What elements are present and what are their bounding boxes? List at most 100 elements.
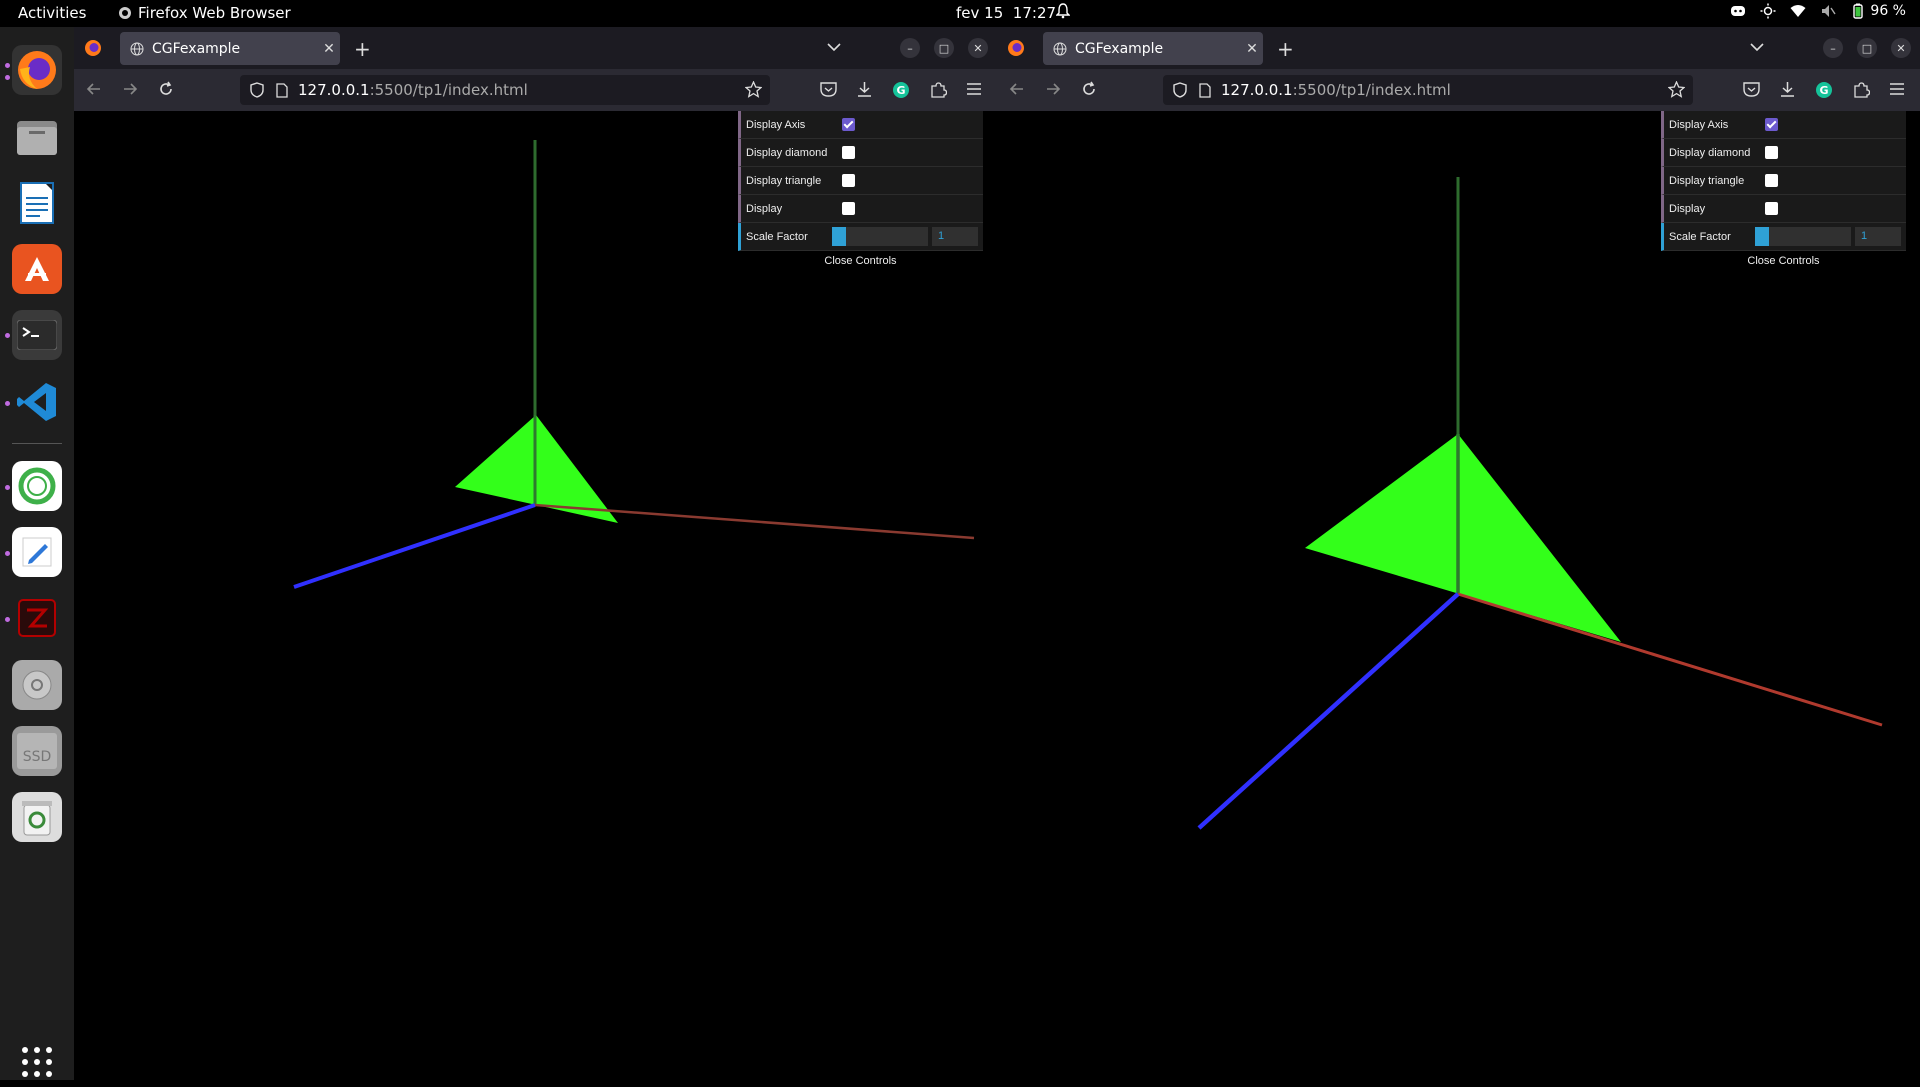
back-icon[interactable] [86, 81, 102, 97]
time: 17:27 [1012, 4, 1057, 22]
gui-label: Display triangle [746, 174, 822, 187]
gui-row-display-axis[interactable]: Display Axis [1661, 111, 1906, 139]
battery[interactable]: 96 % [1850, 3, 1906, 19]
scale-factor-slider[interactable] [832, 227, 928, 246]
scale-factor-input[interactable]: 1 [932, 227, 978, 246]
gui-row-scale-factor[interactable]: Scale Factor 1 [738, 223, 983, 251]
dock-trash-icon[interactable] [12, 792, 62, 842]
dock-app-center-icon[interactable] [12, 244, 62, 294]
clock[interactable]: fev 15 17:27 [956, 4, 1056, 22]
slider-fill [832, 227, 847, 246]
tab-close-icon[interactable]: ✕ [318, 41, 340, 57]
svg-text:G: G [1819, 84, 1828, 97]
extensions-puzzle-icon[interactable] [1853, 81, 1870, 98]
bookmark-star-icon[interactable] [745, 81, 762, 98]
system-tray[interactable]: 96 % [1730, 3, 1906, 19]
z-axis [293, 503, 536, 589]
url-bar[interactable]: 127.0.0.1:5500/tp1/index.html [1163, 75, 1693, 105]
tab-bar: CGFexample ✕ + – □ ✕ [997, 27, 1920, 69]
close-controls-button[interactable]: Close Controls [1661, 251, 1906, 271]
webgl-canvas[interactable]: Display Axis Display diamond Display tri… [74, 111, 997, 1080]
back-icon[interactable] [1009, 81, 1025, 97]
downloads-icon[interactable] [1779, 81, 1796, 98]
app-menu[interactable]: Firefox Web Browser [118, 4, 291, 22]
gui-row-scale-factor[interactable]: Scale Factor 1 [1661, 223, 1906, 251]
dock-vscode-icon[interactable] [12, 377, 62, 427]
activities-button[interactable]: Activities [18, 4, 86, 22]
downloads-icon[interactable] [856, 81, 873, 98]
running-indicator [5, 617, 10, 622]
gui-row-display[interactable]: Display [738, 195, 983, 223]
extensions-puzzle-icon[interactable] [930, 81, 947, 98]
display-triangle-checkbox[interactable] [842, 174, 855, 187]
running-indicator [5, 63, 10, 68]
notification-bell-icon[interactable] [1055, 3, 1071, 23]
dock-firefox-icon[interactable] [12, 45, 62, 95]
tab-close-icon[interactable]: ✕ [1241, 41, 1263, 57]
page-info-icon[interactable] [276, 82, 288, 98]
new-tab-button[interactable]: + [1277, 37, 1294, 61]
dock-separator [12, 443, 62, 444]
display-axis-checkbox[interactable] [1765, 118, 1778, 131]
brightness-icon[interactable] [1760, 3, 1776, 19]
tab-cgfexample[interactable]: CGFexample ✕ [1043, 32, 1263, 65]
running-indicator [5, 333, 10, 338]
display-axis-checkbox[interactable] [842, 118, 855, 131]
page-info-icon[interactable] [1199, 82, 1211, 98]
webgl-canvas[interactable]: Display Axis Display diamond Display tri… [997, 111, 1920, 1080]
list-all-tabs-chevron-icon[interactable] [826, 39, 842, 55]
forward-icon[interactable] [1045, 81, 1061, 97]
discord-icon[interactable] [1730, 3, 1746, 19]
display-triangle-checkbox[interactable] [1765, 174, 1778, 187]
gui-row-display-triangle[interactable]: Display triangle [738, 167, 983, 195]
scale-factor-slider[interactable] [1755, 227, 1851, 246]
dock-writer-icon[interactable] [12, 178, 62, 228]
display-checkbox[interactable] [842, 202, 855, 215]
dock-text-editor-icon[interactable] [12, 527, 62, 577]
display-diamond-checkbox[interactable] [842, 146, 855, 159]
url-bar[interactable]: 127.0.0.1:5500/tp1/index.html [240, 75, 770, 105]
reload-icon[interactable] [1081, 81, 1097, 97]
gui-row-display-diamond[interactable]: Display diamond [1661, 139, 1906, 167]
tracking-protection-shield-icon[interactable] [250, 82, 264, 98]
display-checkbox[interactable] [1765, 202, 1778, 215]
maximize-button[interactable]: □ [934, 38, 954, 58]
forward-icon[interactable] [122, 81, 138, 97]
menu-hamburger-icon[interactable] [966, 81, 982, 97]
pocket-icon[interactable] [1743, 81, 1760, 98]
grammarly-icon[interactable]: G [892, 81, 910, 99]
grammarly-icon[interactable]: G [1815, 81, 1833, 99]
firefox-view-icon[interactable] [84, 39, 102, 57]
tab-cgfexample[interactable]: CGFexample ✕ [120, 32, 340, 65]
gui-row-display[interactable]: Display [1661, 195, 1906, 223]
gui-row-display-triangle[interactable]: Display triangle [1661, 167, 1906, 195]
dock-ssd-icon[interactable]: SSD [12, 726, 62, 776]
menu-hamburger-icon[interactable] [1889, 81, 1905, 97]
gui-row-display-axis[interactable]: Display Axis [738, 111, 983, 139]
firefox-view-icon[interactable] [1007, 39, 1025, 57]
maximize-button[interactable]: □ [1857, 38, 1877, 58]
scale-factor-input[interactable]: 1 [1855, 227, 1901, 246]
bookmark-star-icon[interactable] [1668, 81, 1685, 98]
list-all-tabs-chevron-icon[interactable] [1749, 39, 1765, 55]
close-controls-button[interactable]: Close Controls [738, 251, 983, 271]
display-diamond-checkbox[interactable] [1765, 146, 1778, 159]
volume-muted-icon[interactable] [1820, 3, 1837, 19]
new-tab-button[interactable]: + [354, 37, 371, 61]
url-host: 127.0.0.1 [298, 81, 370, 99]
dock-terminal-icon[interactable] [12, 310, 62, 360]
dock-files-icon[interactable] [12, 112, 62, 162]
tracking-protection-shield-icon[interactable] [1173, 82, 1187, 98]
dock-filezilla-icon[interactable] [12, 593, 62, 643]
gui-row-display-diamond[interactable]: Display diamond [738, 139, 983, 167]
minimize-button[interactable]: – [900, 38, 920, 58]
dock-anaconda-icon[interactable] [12, 461, 62, 511]
url-host: 127.0.0.1 [1221, 81, 1293, 99]
wifi-icon[interactable] [1790, 3, 1806, 19]
dock-disk-icon[interactable] [12, 660, 62, 710]
reload-icon[interactable] [158, 81, 174, 97]
minimize-button[interactable]: – [1823, 38, 1843, 58]
pocket-icon[interactable] [820, 81, 837, 98]
close-window-button[interactable]: ✕ [1891, 38, 1911, 58]
close-window-button[interactable]: ✕ [968, 38, 988, 58]
